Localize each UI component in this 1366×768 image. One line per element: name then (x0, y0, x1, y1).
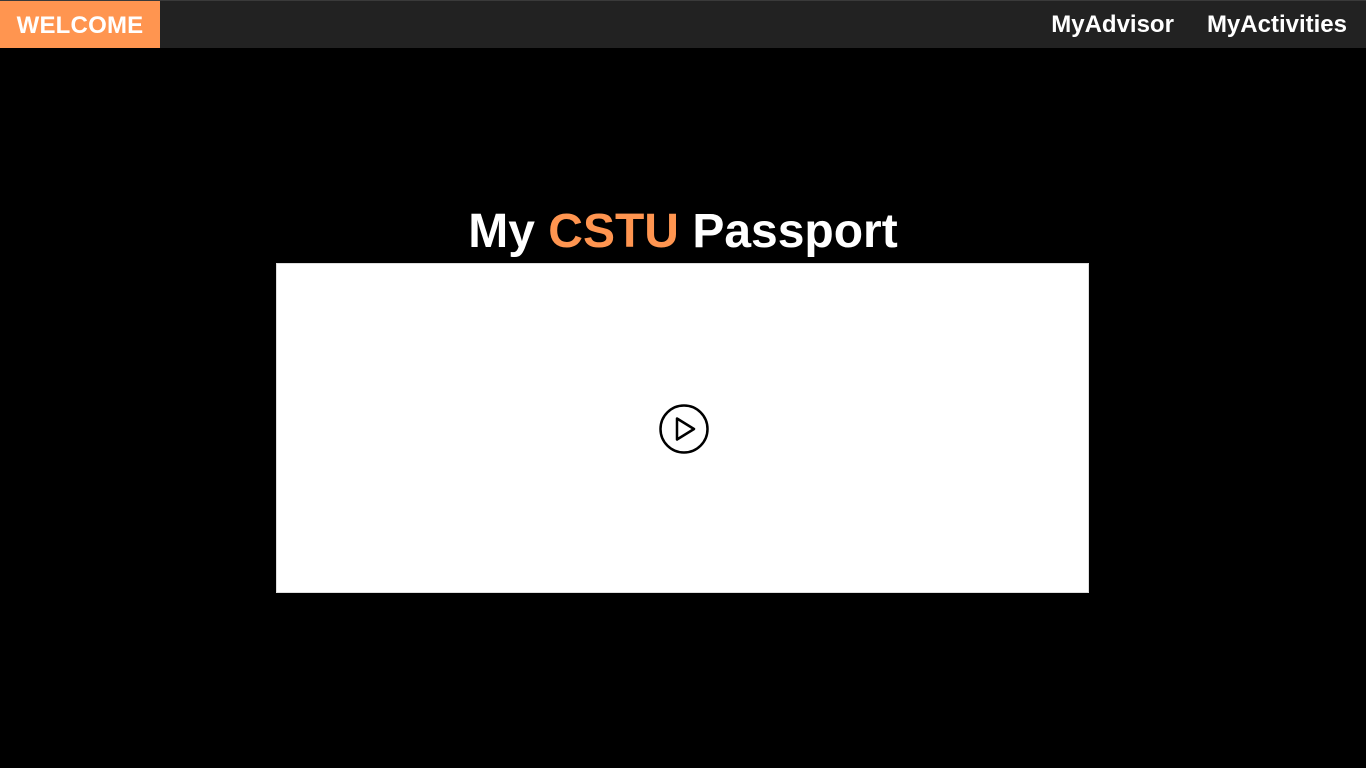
welcome-tab[interactable]: WELCOME (0, 1, 160, 48)
page: WELCOME MyAdvisor MyActivities My CSTU P… (0, 0, 1366, 768)
nav-links: MyAdvisor MyActivities (1051, 1, 1347, 48)
top-navigation-bar: WELCOME MyAdvisor MyActivities (0, 0, 1366, 48)
nav-link-my-activities[interactable]: MyActivities (1207, 11, 1347, 39)
page-title: My CSTU Passport (0, 200, 1366, 264)
title-part-my: My (468, 205, 535, 258)
play-button[interactable] (658, 403, 710, 455)
title-part-cstu: CSTU (548, 205, 679, 258)
play-circle-icon (659, 404, 709, 454)
video-player[interactable] (276, 263, 1089, 593)
title-part-passport: Passport (692, 205, 898, 258)
nav-link-my-advisor[interactable]: MyAdvisor (1051, 11, 1174, 39)
